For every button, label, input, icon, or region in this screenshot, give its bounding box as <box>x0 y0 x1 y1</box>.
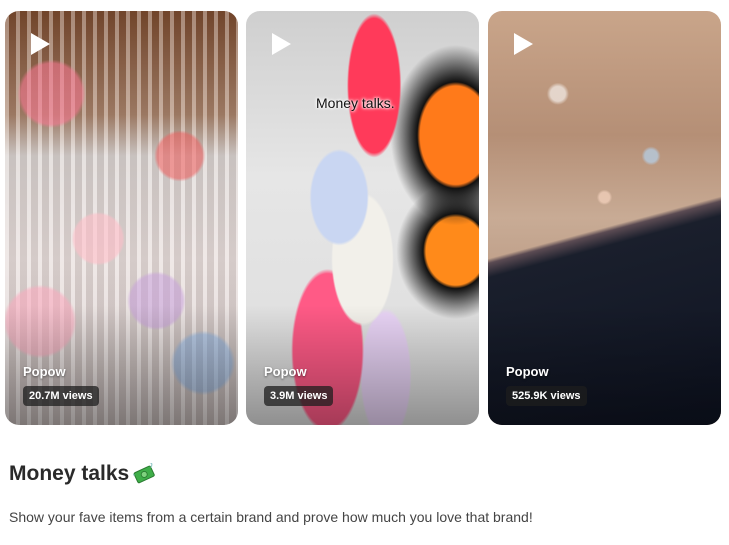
play-icon <box>514 33 533 55</box>
view-count-badge: 525.9K views <box>506 386 587 406</box>
video-card[interactable]: Popow 20.7M views <box>5 11 238 425</box>
video-card[interactable]: Money talks. Popow 3.9M views <box>246 11 479 425</box>
video-card-row: Popow 20.7M views Money talks. Popow 3.9… <box>5 11 721 425</box>
play-icon <box>31 33 50 55</box>
video-caption-overlay: Money talks. <box>316 95 395 111</box>
trend-title: Money talks <box>9 462 130 485</box>
trend-description: Show your fave items from a certain bran… <box>9 509 533 525</box>
video-author: Popow <box>264 364 307 379</box>
trend-title-row: Money talks <box>9 462 155 486</box>
video-author: Popow <box>23 364 66 379</box>
play-icon <box>272 33 291 55</box>
video-card[interactable]: Popow 525.9K views <box>488 11 721 425</box>
flying-money-icon <box>133 463 155 484</box>
video-author: Popow <box>506 364 549 379</box>
view-count-badge: 3.9M views <box>264 386 334 406</box>
view-count-badge: 20.7M views <box>23 386 99 406</box>
